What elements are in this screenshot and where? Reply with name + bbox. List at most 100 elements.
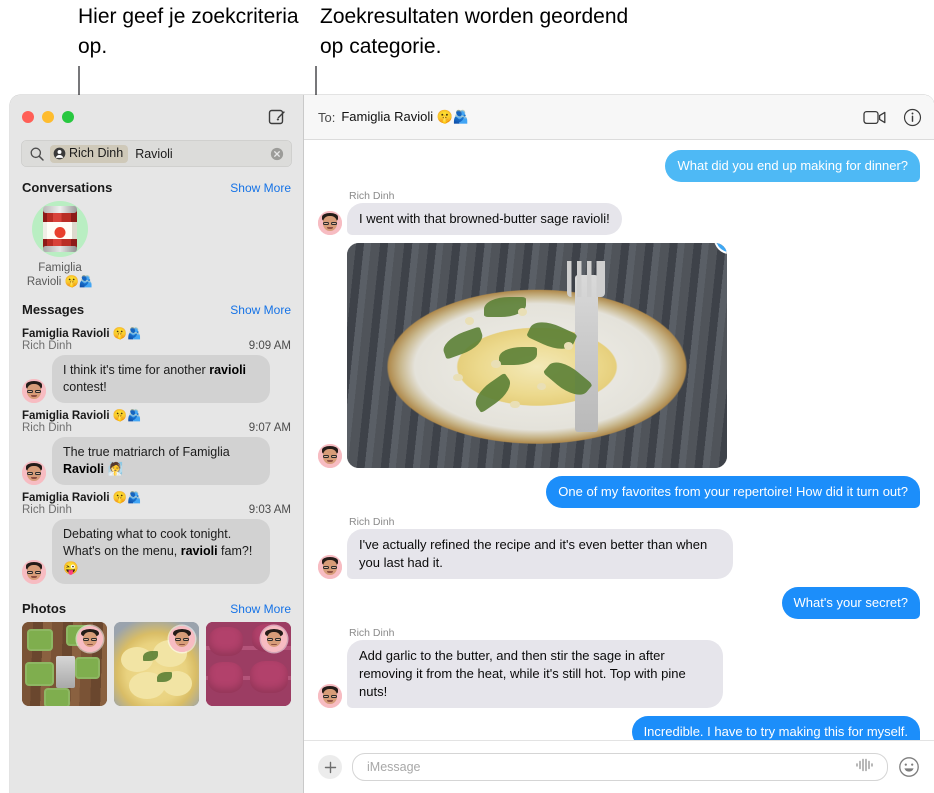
message-row-received: Rich Dinh I went with that browned-butte… xyxy=(318,190,920,235)
conversation-result-name: Famiglia Ravioli 🤫🫂 xyxy=(22,261,98,289)
close-button[interactable] xyxy=(22,111,34,123)
photo-results-grid xyxy=(10,622,303,706)
sidebar: Rich Dinh Ravioli Conversations Show Mor… xyxy=(10,95,304,793)
search-query-text: Ravioli xyxy=(135,146,173,161)
to-label: To: xyxy=(318,109,336,125)
header-actions xyxy=(863,95,922,139)
search-icon xyxy=(29,146,45,162)
show-more-conversations[interactable]: Show More xyxy=(230,181,291,195)
message-composer xyxy=(304,740,934,793)
show-more-photos[interactable]: Show More xyxy=(230,602,291,616)
clear-icon[interactable] xyxy=(270,147,284,161)
imessage-text-field[interactable] xyxy=(365,759,849,775)
search-token-contact[interactable]: Rich Dinh xyxy=(50,144,129,163)
message-result-meta: Famiglia Ravioli 🤫🫂 xyxy=(22,326,291,340)
emoji-smiley-icon[interactable] xyxy=(898,756,920,778)
conversation-name-line2: Ravioli 🤫🫂 xyxy=(26,276,94,288)
message-attachment-photo[interactable] xyxy=(347,243,727,468)
avatar xyxy=(318,444,342,468)
show-more-messages[interactable]: Show More xyxy=(230,303,291,317)
avatar xyxy=(77,626,103,652)
avatar xyxy=(22,461,46,485)
avatar xyxy=(318,684,342,708)
list-item[interactable]: Famiglia Ravioli 🤫🫂 Rich Dinh 9:03 AM De… xyxy=(10,487,303,586)
section-title: Photos xyxy=(22,601,67,616)
message-sender-name: Rich Dinh xyxy=(349,627,395,639)
message-sender-name: Rich Dinh xyxy=(349,190,395,202)
message-sender-name: Rich Dinh xyxy=(349,516,395,528)
message-result-time: 9:07 AM xyxy=(248,422,291,434)
result-text-after: 🧖 xyxy=(104,462,124,476)
result-text-highlight: Ravioli xyxy=(63,462,104,476)
message-result-row: Debating what to cook tonight. What's on… xyxy=(22,519,291,584)
message-result-sender: Rich Dinh xyxy=(22,422,72,434)
section-header-conversations: Conversations Show More xyxy=(10,180,303,195)
message-row-received: Rich Dinh Add garlic to the butter, and … xyxy=(318,627,920,708)
avatar xyxy=(318,211,342,235)
message-result-submeta: Rich Dinh 9:03 AM xyxy=(22,504,291,516)
minimize-button[interactable] xyxy=(42,111,54,123)
result-text-before: The true matriarch of Famiglia xyxy=(63,445,230,459)
conversation-name-line1: Famiglia xyxy=(38,262,82,274)
message-bubble-sent[interactable]: One of my favorites from your repertoire… xyxy=(546,476,920,508)
avatar xyxy=(318,555,342,579)
compose-icon[interactable] xyxy=(265,105,289,129)
message-result-conversation: Famiglia Ravioli 🤫🫂 xyxy=(22,492,142,504)
message-row-sent: Incredible. I have to try making this fo… xyxy=(318,716,920,740)
message-result-conversation: Famiglia Ravioli 🤫🫂 xyxy=(22,328,142,340)
audio-waveform-icon[interactable] xyxy=(855,758,875,777)
section-header-photos: Photos Show More xyxy=(10,601,303,616)
message-bubble-received[interactable]: I went with that browned-butter sage rav… xyxy=(347,203,622,235)
list-item[interactable]: Famiglia Ravioli 🤫🫂 Rich Dinh 9:07 AM Th… xyxy=(10,405,303,487)
message-result-text: Debating what to cook tonight. What's on… xyxy=(52,519,270,584)
list-item[interactable]: Famiglia Ravioli 🤫🫂 Rich Dinh 9:09 AM I … xyxy=(10,323,303,405)
info-icon[interactable] xyxy=(903,108,922,127)
search-token-label: Rich Dinh xyxy=(69,146,124,160)
message-bubble-sent[interactable]: What did you end up making for dinner? xyxy=(665,150,920,182)
zoom-button[interactable] xyxy=(62,111,74,123)
message-result-sender: Rich Dinh xyxy=(22,504,72,516)
search-input[interactable]: Rich Dinh Ravioli xyxy=(21,140,292,167)
avatar xyxy=(261,626,287,652)
conversations-results: Famiglia Ravioli 🤫🫂 xyxy=(10,201,303,289)
photo-thumbnail-green-ravioli[interactable] xyxy=(22,622,107,706)
message-result-time: 9:03 AM xyxy=(248,504,291,516)
message-result-row: I think it's time for another ravioli co… xyxy=(22,355,291,403)
video-camera-icon[interactable] xyxy=(863,109,887,126)
message-result-meta: Famiglia Ravioli 🤫🫂 xyxy=(22,408,291,422)
avatar xyxy=(169,626,195,652)
section-title: Messages xyxy=(22,302,85,317)
message-result-conversation: Famiglia Ravioli 🤫🫂 xyxy=(22,410,142,422)
message-bubble-received[interactable]: I've actually refined the recipe and it'… xyxy=(347,529,733,579)
avatar xyxy=(22,560,46,584)
conversation-header: To: Famiglia Ravioli 🤫🫂 xyxy=(304,95,934,140)
message-result-sender: Rich Dinh xyxy=(22,340,72,352)
page-title[interactable]: Famiglia Ravioli 🤫🫂 xyxy=(341,109,469,125)
messages-window: Rich Dinh Ravioli Conversations Show Mor… xyxy=(10,95,934,793)
message-row-sent: What's your secret? xyxy=(318,587,920,619)
message-bubble-sent[interactable]: What's your secret? xyxy=(781,587,920,619)
result-text-after: contest! xyxy=(63,380,107,394)
result-text-before: I think it's time for another xyxy=(63,363,210,377)
message-row-image xyxy=(318,243,920,468)
photo-thumbnail-purple-ravioli[interactable] xyxy=(206,622,291,706)
message-row-sent: What did you end up making for dinner? xyxy=(318,150,920,182)
imessage-input[interactable] xyxy=(352,753,888,781)
conversation-pane: To: Famiglia Ravioli 🤫🫂 What did you end… xyxy=(304,95,934,793)
message-result-text: The true matriarch of Famiglia Ravioli 🧖 xyxy=(52,437,270,485)
section-header-messages: Messages Show More xyxy=(10,302,303,317)
message-thread[interactable]: What did you end up making for dinner? R… xyxy=(304,140,934,740)
contact-icon xyxy=(53,147,66,159)
plus-icon[interactable] xyxy=(318,755,342,779)
conversation-result[interactable]: Famiglia Ravioli 🤫🫂 xyxy=(22,201,98,289)
message-bubble-received[interactable]: Add garlic to the butter, and then stir … xyxy=(347,640,723,708)
photo-thumbnail-yellow-ravioli[interactable] xyxy=(114,622,199,706)
message-result-time: 9:09 AM xyxy=(248,340,291,352)
window-controls xyxy=(22,111,74,123)
message-result-text: I think it's time for another ravioli co… xyxy=(52,355,270,403)
message-bubble-sent[interactable]: Incredible. I have to try making this fo… xyxy=(631,716,920,740)
message-row-received: Rich Dinh I've actually refined the reci… xyxy=(318,516,920,579)
section-title: Conversations xyxy=(22,180,113,195)
sidebar-toolbar xyxy=(10,95,303,140)
tomato-can-avatar xyxy=(32,201,88,257)
